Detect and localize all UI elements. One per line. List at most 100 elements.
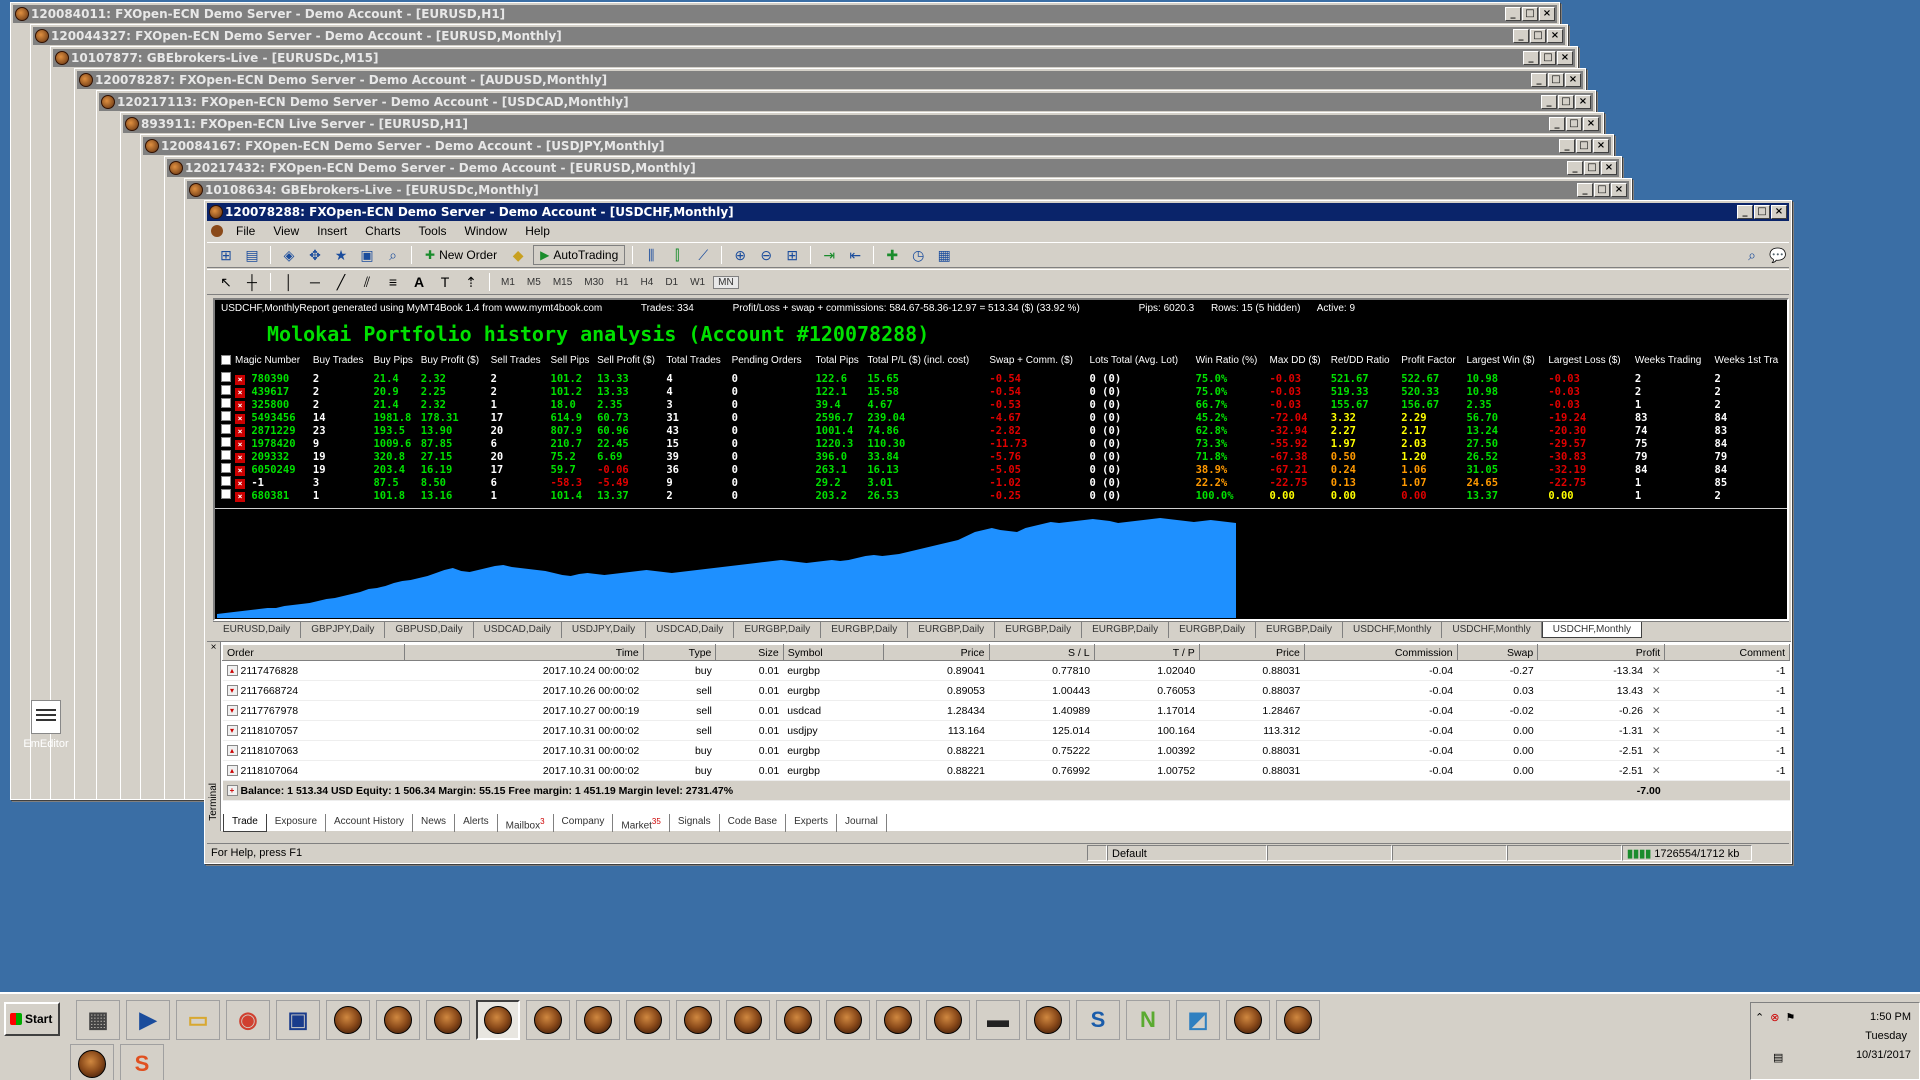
row-checkbox[interactable]: [221, 385, 231, 395]
terminal-tab-mailbox[interactable]: Mailbox3: [498, 814, 554, 832]
background-window-titlebar[interactable]: 120084011: FXOpen-ECN Demo Server - Demo…: [13, 5, 1557, 23]
timeframe-m30[interactable]: M30: [580, 277, 607, 288]
taskbar-app-button[interactable]: N: [1126, 1000, 1170, 1040]
taskbar-app-button[interactable]: [426, 1000, 470, 1040]
orders-column-header[interactable]: Order: [221, 644, 406, 661]
taskbar-app-button[interactable]: [826, 1000, 870, 1040]
chart-tab[interactable]: EURGBP,Daily: [1169, 622, 1257, 638]
terminal-tab-exposure[interactable]: Exposure: [267, 814, 327, 832]
close-button[interactable]: ×: [1539, 7, 1555, 21]
order-row[interactable]: ▴ 2117476828 2017.10.24 00:00:02 buy 0.01 eur…: [222, 660, 1790, 681]
market-watch-icon[interactable]: ◈: [278, 245, 300, 265]
chart-tab[interactable]: USDCAD,Daily: [646, 622, 735, 638]
row-close-icon[interactable]: ×: [235, 400, 245, 411]
row-close-icon[interactable]: ×: [235, 413, 245, 424]
close-order-icon[interactable]: ✕: [1652, 725, 1661, 737]
row-checkbox[interactable]: [221, 450, 231, 460]
maximize-button[interactable]: □: [1540, 51, 1556, 65]
timeframe-mn[interactable]: MN: [713, 275, 739, 289]
row-checkbox[interactable]: [221, 463, 231, 473]
terminal-tab-trade[interactable]: Trade: [223, 814, 267, 832]
new-chart-icon[interactable]: ⊞: [215, 245, 237, 265]
vertical-line-icon[interactable]: │: [278, 272, 300, 292]
taskbar-app-button[interactable]: ▭: [176, 1000, 220, 1040]
taskbar-app-button[interactable]: ◩: [1176, 1000, 1220, 1040]
timeframe-h1[interactable]: H1: [612, 277, 633, 288]
trendline-icon[interactable]: ╱: [330, 272, 352, 292]
orders-column-header[interactable]: S / L: [988, 644, 1095, 661]
row-close-icon[interactable]: ×: [235, 478, 245, 489]
report-row[interactable]: × 5493456 14 1981.8 178.31 17 614.9 60.73 31 0 25…: [221, 411, 1787, 424]
minimize-button[interactable]: _: [1513, 29, 1529, 43]
maximize-button[interactable]: □: [1548, 73, 1564, 87]
line-chart-icon[interactable]: ⟋: [692, 245, 714, 265]
terminal-tab-market[interactable]: Market35: [613, 814, 670, 832]
menu-window[interactable]: Window: [456, 224, 517, 238]
terminal-tab-account-history[interactable]: Account History: [326, 814, 414, 832]
close-button[interactable]: ×: [1593, 139, 1609, 153]
taskbar-app-button[interactable]: [1276, 1000, 1320, 1040]
minimize-button[interactable]: _: [1577, 183, 1593, 197]
minimize-button[interactable]: _: [1505, 7, 1521, 21]
navigator-icon[interactable]: ★: [330, 245, 352, 265]
crosshair-icon[interactable]: ┼: [241, 272, 263, 292]
arrows-icon[interactable]: ⇡: [460, 272, 482, 292]
chart-tab[interactable]: EURGBP,Daily: [1082, 622, 1170, 638]
row-close-icon[interactable]: ×: [235, 426, 245, 437]
chat-icon[interactable]: 💬: [1767, 245, 1789, 265]
cursor-icon[interactable]: ↖: [215, 272, 237, 292]
row-checkbox[interactable]: [221, 476, 231, 486]
row-close-icon[interactable]: ×: [235, 374, 245, 385]
orders-column-header[interactable]: T / P: [1093, 644, 1200, 661]
chart-tab[interactable]: USDCHF,Monthly: [1541, 622, 1643, 638]
chart-tab[interactable]: EURGBP,Daily: [821, 622, 909, 638]
terminal-tab-code-base[interactable]: Code Base: [720, 814, 787, 832]
terminal-tab-experts[interactable]: Experts: [786, 814, 838, 832]
tray-network-icon[interactable]: ⊗: [1770, 1011, 1779, 1024]
background-window-titlebar[interactable]: 893911: FXOpen-ECN Live Server - [EURUSD…: [123, 115, 1601, 133]
row-close-icon[interactable]: ×: [235, 452, 245, 463]
terminal-tab-company[interactable]: Company: [554, 814, 614, 832]
taskbar-app-button[interactable]: [726, 1000, 770, 1040]
chart-area[interactable]: USDCHF,MonthlyReport generated using MyM…: [213, 298, 1789, 621]
tile-windows-icon[interactable]: ⊞: [781, 245, 803, 265]
background-window-titlebar[interactable]: 120078287: FXOpen-ECN Demo Server - Demo…: [77, 71, 1583, 89]
metaeditor-icon[interactable]: ◆: [507, 245, 529, 265]
report-row[interactable]: × 325800 2 21.4 2.32 1 18.0 2.35 3 0 39.4 4.67 -0.5…: [221, 398, 1787, 411]
text-label-icon[interactable]: T: [434, 272, 456, 292]
terminal-icon[interactable]: ▣: [356, 245, 378, 265]
terminal-tab-journal[interactable]: Journal: [837, 814, 887, 832]
close-order-icon[interactable]: ✕: [1652, 765, 1661, 777]
indicators-icon[interactable]: ✚: [881, 245, 903, 265]
close-button[interactable]: ×: [1575, 95, 1591, 109]
profiles-icon[interactable]: ▤: [241, 245, 263, 265]
auto-scroll-icon[interactable]: ⇤: [844, 245, 866, 265]
taskbar-app-button[interactable]: ▣: [276, 1000, 320, 1040]
minimize-button[interactable]: _: [1523, 51, 1539, 65]
menu-charts[interactable]: Charts: [356, 224, 409, 238]
chart-tab[interactable]: USDCAD,Daily: [474, 622, 562, 638]
channel-icon[interactable]: ⫽: [356, 272, 378, 292]
emeditor-desktop-icon[interactable]: EmEditor: [16, 700, 76, 750]
row-checkbox[interactable]: [221, 437, 231, 447]
periods-icon[interactable]: ◷: [907, 245, 929, 265]
maximize-button[interactable]: □: [1584, 161, 1600, 175]
order-row[interactable]: ▴ 2118107063 2017.10.31 00:00:02 buy 0.01 eur…: [222, 740, 1790, 761]
maximize-button[interactable]: □: [1530, 29, 1546, 43]
close-order-icon[interactable]: ✕: [1652, 705, 1661, 717]
orders-column-header[interactable]: Swap: [1456, 644, 1539, 661]
autotrading-button[interactable]: ▶ AutoTrading: [533, 245, 626, 265]
taskbar-app-button[interactable]: [376, 1000, 420, 1040]
taskbar-app-button[interactable]: [1226, 1000, 1270, 1040]
chart-tab[interactable]: EURGBP,Daily: [1256, 622, 1343, 638]
start-button[interactable]: Start: [4, 1002, 60, 1036]
taskbar-app-button[interactable]: S: [120, 1044, 164, 1080]
orders-column-header[interactable]: Size: [715, 644, 784, 661]
taskbar-app-button[interactable]: [626, 1000, 670, 1040]
taskbar-app-button[interactable]: ▶: [126, 1000, 170, 1040]
row-checkbox[interactable]: [221, 489, 231, 499]
menu-file[interactable]: File: [227, 224, 264, 238]
close-button[interactable]: ×: [1601, 161, 1617, 175]
minimize-button[interactable]: _: [1531, 73, 1547, 87]
select-all-checkbox[interactable]: [221, 355, 231, 365]
